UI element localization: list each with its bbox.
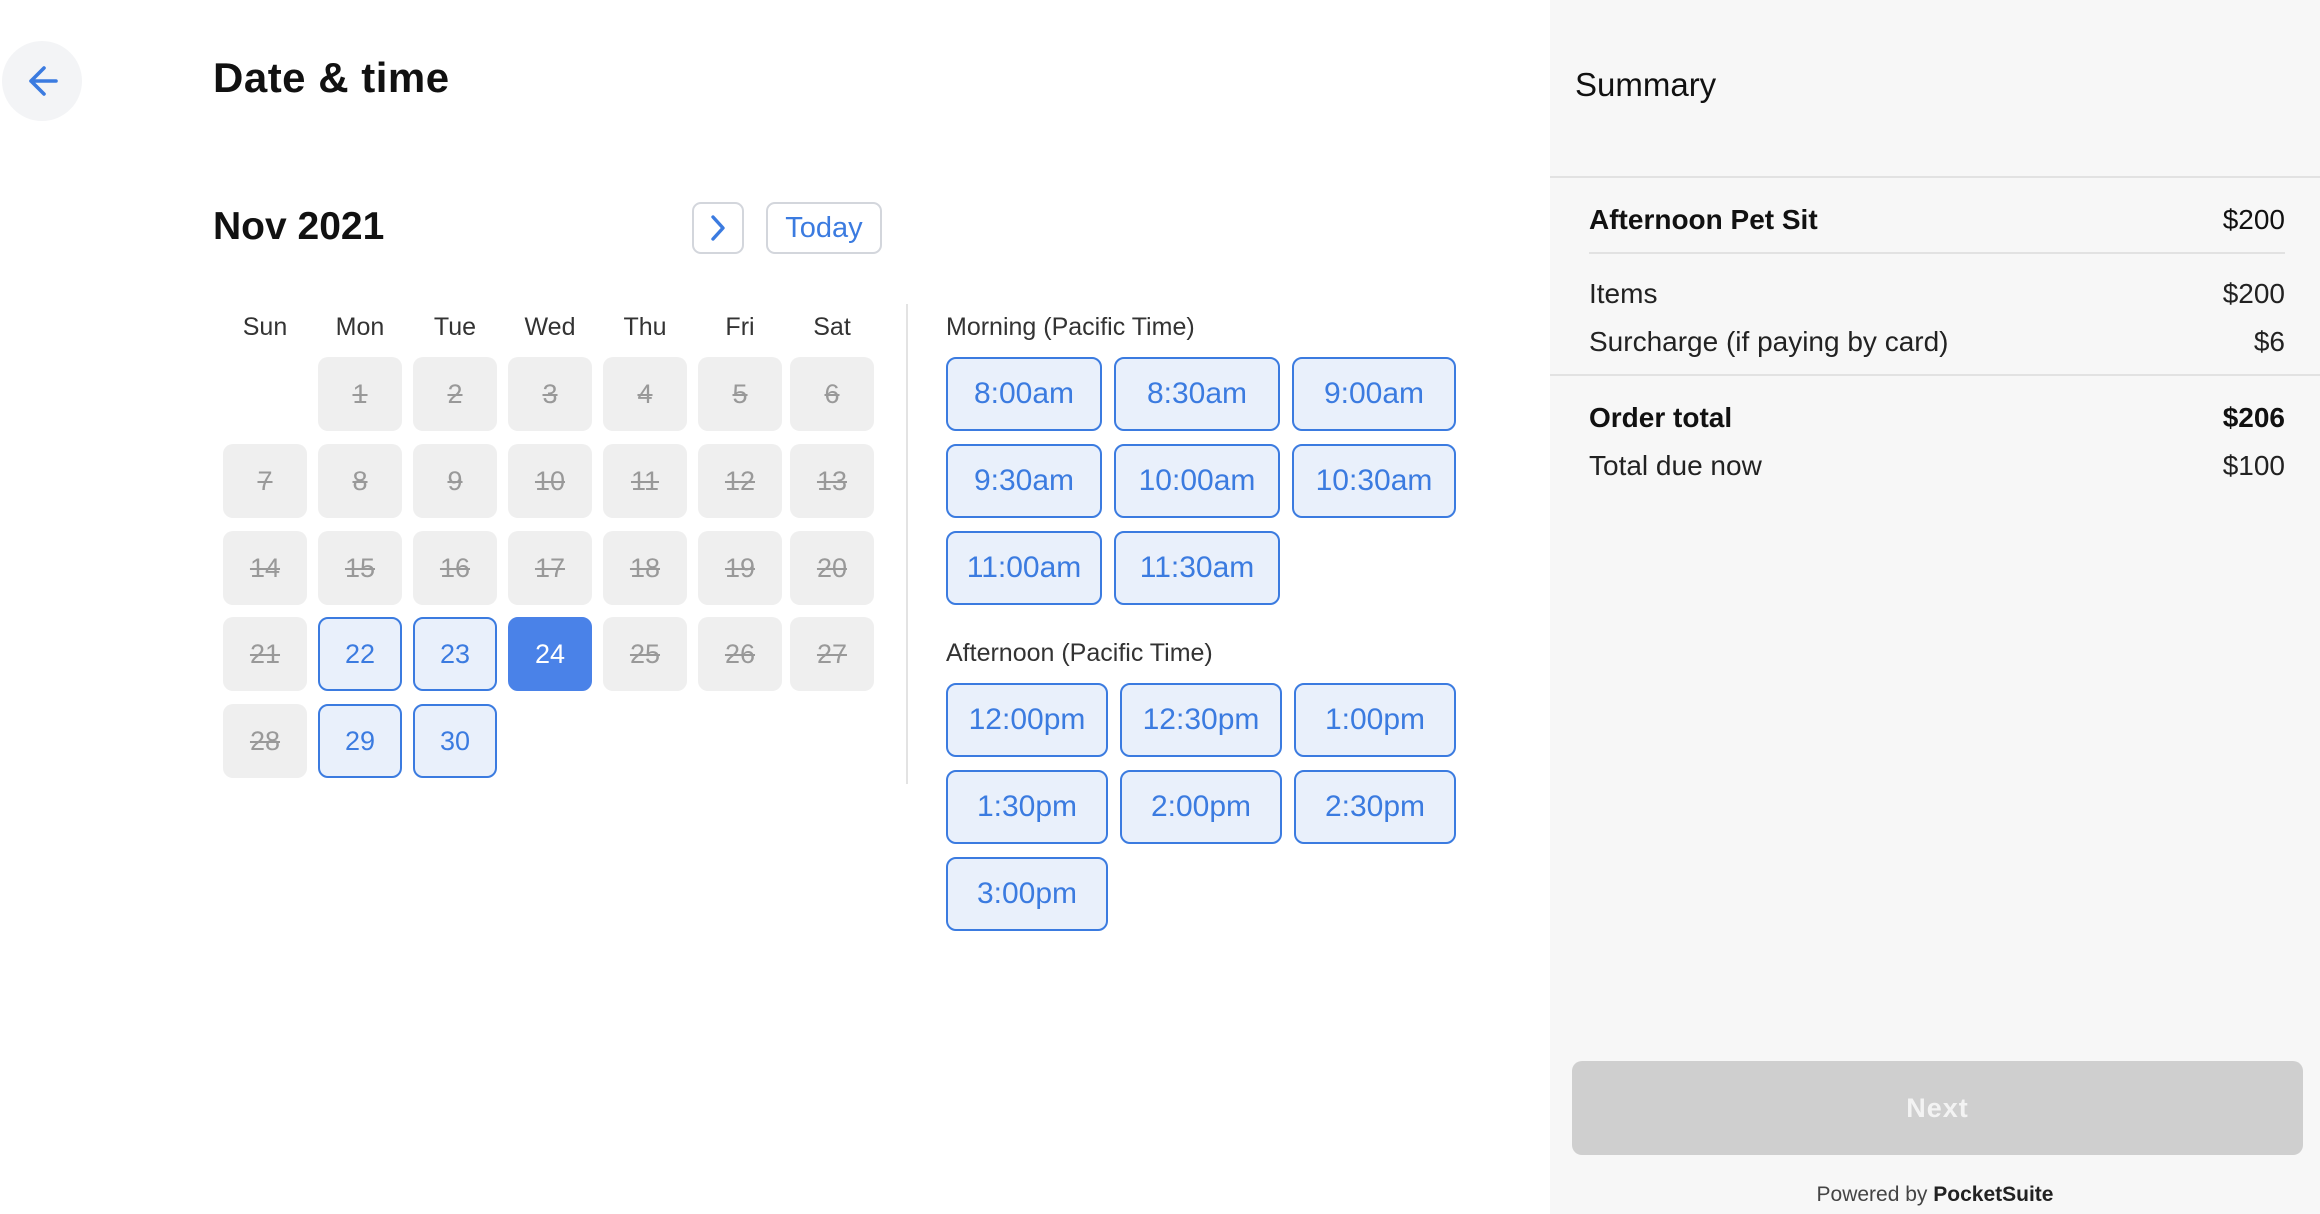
calendar-day-12: 12	[698, 444, 782, 518]
calendar-day-16: 16	[413, 531, 497, 605]
next-button[interactable]: Next	[1572, 1061, 2303, 1155]
items-label: Items	[1589, 278, 1658, 309]
powered-prefix: Powered by	[1816, 1183, 1928, 1206]
time-slot-button[interactable]: 10:00am	[1114, 444, 1280, 518]
time-slot-button[interactable]: 9:00am	[1292, 357, 1456, 431]
calendar-day-1: 1	[318, 357, 402, 431]
service-name: Afternoon Pet Sit	[1589, 204, 1818, 235]
arrow-left-icon	[29, 66, 58, 96]
calendar-day-4: 4	[603, 357, 687, 431]
time-slot-button[interactable]: 8:30am	[1114, 357, 1280, 431]
calendar-day-10: 10	[508, 444, 592, 518]
calendar-day-30[interactable]: 30	[413, 704, 497, 778]
service-divider	[1589, 252, 2285, 254]
order-total-row: Order total $206	[1589, 402, 2285, 434]
calendar-day-11: 11	[603, 444, 687, 518]
morning-heading: Morning (Pacific Time)	[946, 313, 1195, 341]
calendar-day-9: 9	[413, 444, 497, 518]
today-button[interactable]: Today	[766, 202, 882, 254]
calendar-day-7: 7	[223, 444, 307, 518]
surcharge-label: Surcharge (if paying by card)	[1589, 326, 1949, 357]
time-slot-button[interactable]: 3:00pm	[946, 857, 1108, 931]
calendar-day-15: 15	[318, 531, 402, 605]
service-row: Afternoon Pet Sit $200	[1589, 204, 2285, 236]
due-now-row: Total due now $100	[1589, 450, 2285, 482]
summary-title: Summary	[1575, 66, 1717, 103]
calendar-day-8: 8	[318, 444, 402, 518]
summary-divider	[1550, 176, 2320, 178]
calendar-day-17: 17	[508, 531, 592, 605]
surcharge-value: $6	[2253, 326, 2285, 357]
calendar-day-13: 13	[790, 444, 874, 518]
weekday-label: Thu	[623, 313, 667, 341]
calendar-day-14: 14	[223, 531, 307, 605]
time-slot-button[interactable]: 12:00pm	[946, 683, 1108, 757]
weekday-label: Mon	[335, 313, 385, 341]
calendar-day-20: 20	[790, 531, 874, 605]
surcharge-row: Surcharge (if paying by card) $6	[1589, 326, 2285, 358]
time-slot-button[interactable]: 10:30am	[1292, 444, 1456, 518]
afternoon-heading: Afternoon (Pacific Time)	[946, 639, 1213, 667]
time-slot-button[interactable]: 1:30pm	[946, 770, 1108, 844]
calendar-day-29[interactable]: 29	[318, 704, 402, 778]
calendar-day-5: 5	[698, 357, 782, 431]
calendar-day-21: 21	[223, 617, 307, 691]
calendar-day-26: 26	[698, 617, 782, 691]
time-slot-button[interactable]: 2:30pm	[1294, 770, 1456, 844]
calendar-day-18: 18	[603, 531, 687, 605]
time-slot-button[interactable]: 12:30pm	[1120, 683, 1282, 757]
calendar-day-6: 6	[790, 357, 874, 431]
calendar-day-28: 28	[223, 704, 307, 778]
calendar-day-25: 25	[603, 617, 687, 691]
calendar-day-23[interactable]: 23	[413, 617, 497, 691]
items-value: $200	[2222, 278, 2285, 309]
time-slot-button[interactable]: 11:00am	[946, 531, 1102, 605]
order-total-label: Order total	[1589, 402, 1733, 433]
booking-panel: Date & time Nov 2021 Today Sun Mon Tue Wed T…	[0, 0, 1550, 1214]
calendar-day-3: 3	[508, 357, 592, 431]
chevron-right-icon	[711, 215, 725, 241]
time-slot-button[interactable]: 11:30am	[1114, 531, 1280, 605]
calendar-day-27: 27	[790, 617, 874, 691]
time-slot-button[interactable]: 2:00pm	[1120, 770, 1282, 844]
calendar-day-2: 2	[413, 357, 497, 431]
powered-by: Powered by PocketSuite	[1550, 1183, 2320, 1207]
calendar-day-19: 19	[698, 531, 782, 605]
time-slot-button[interactable]: 1:00pm	[1294, 683, 1456, 757]
time-slot-button[interactable]: 8:00am	[946, 357, 1102, 431]
items-row: Items $200	[1589, 278, 2285, 310]
time-slot-button[interactable]: 9:30am	[946, 444, 1102, 518]
calendar-day-24[interactable]: 24	[508, 617, 592, 691]
calendar-day-22[interactable]: 22	[318, 617, 402, 691]
next-month-button[interactable]	[692, 202, 744, 254]
powered-brand: PocketSuite	[1933, 1183, 2054, 1206]
summary-panel	[1550, 0, 2320, 1214]
weekday-label: Sat	[813, 313, 851, 341]
month-label: Nov 2021	[213, 205, 385, 248]
due-now-label: Total due now	[1589, 450, 1762, 481]
weekday-label: Tue	[433, 313, 477, 341]
page-title: Date & time	[213, 54, 450, 101]
weekday-label: Wed	[524, 313, 576, 341]
weekday-label: Sun	[242, 313, 288, 341]
order-total-value: $206	[2222, 402, 2285, 433]
service-price: $200	[2222, 204, 2285, 235]
back-button[interactable]	[2, 41, 82, 121]
calendar-divider	[906, 304, 908, 784]
totals-divider	[1550, 374, 2320, 376]
due-now-value: $100	[2222, 450, 2285, 481]
weekday-label: Fri	[725, 313, 755, 341]
